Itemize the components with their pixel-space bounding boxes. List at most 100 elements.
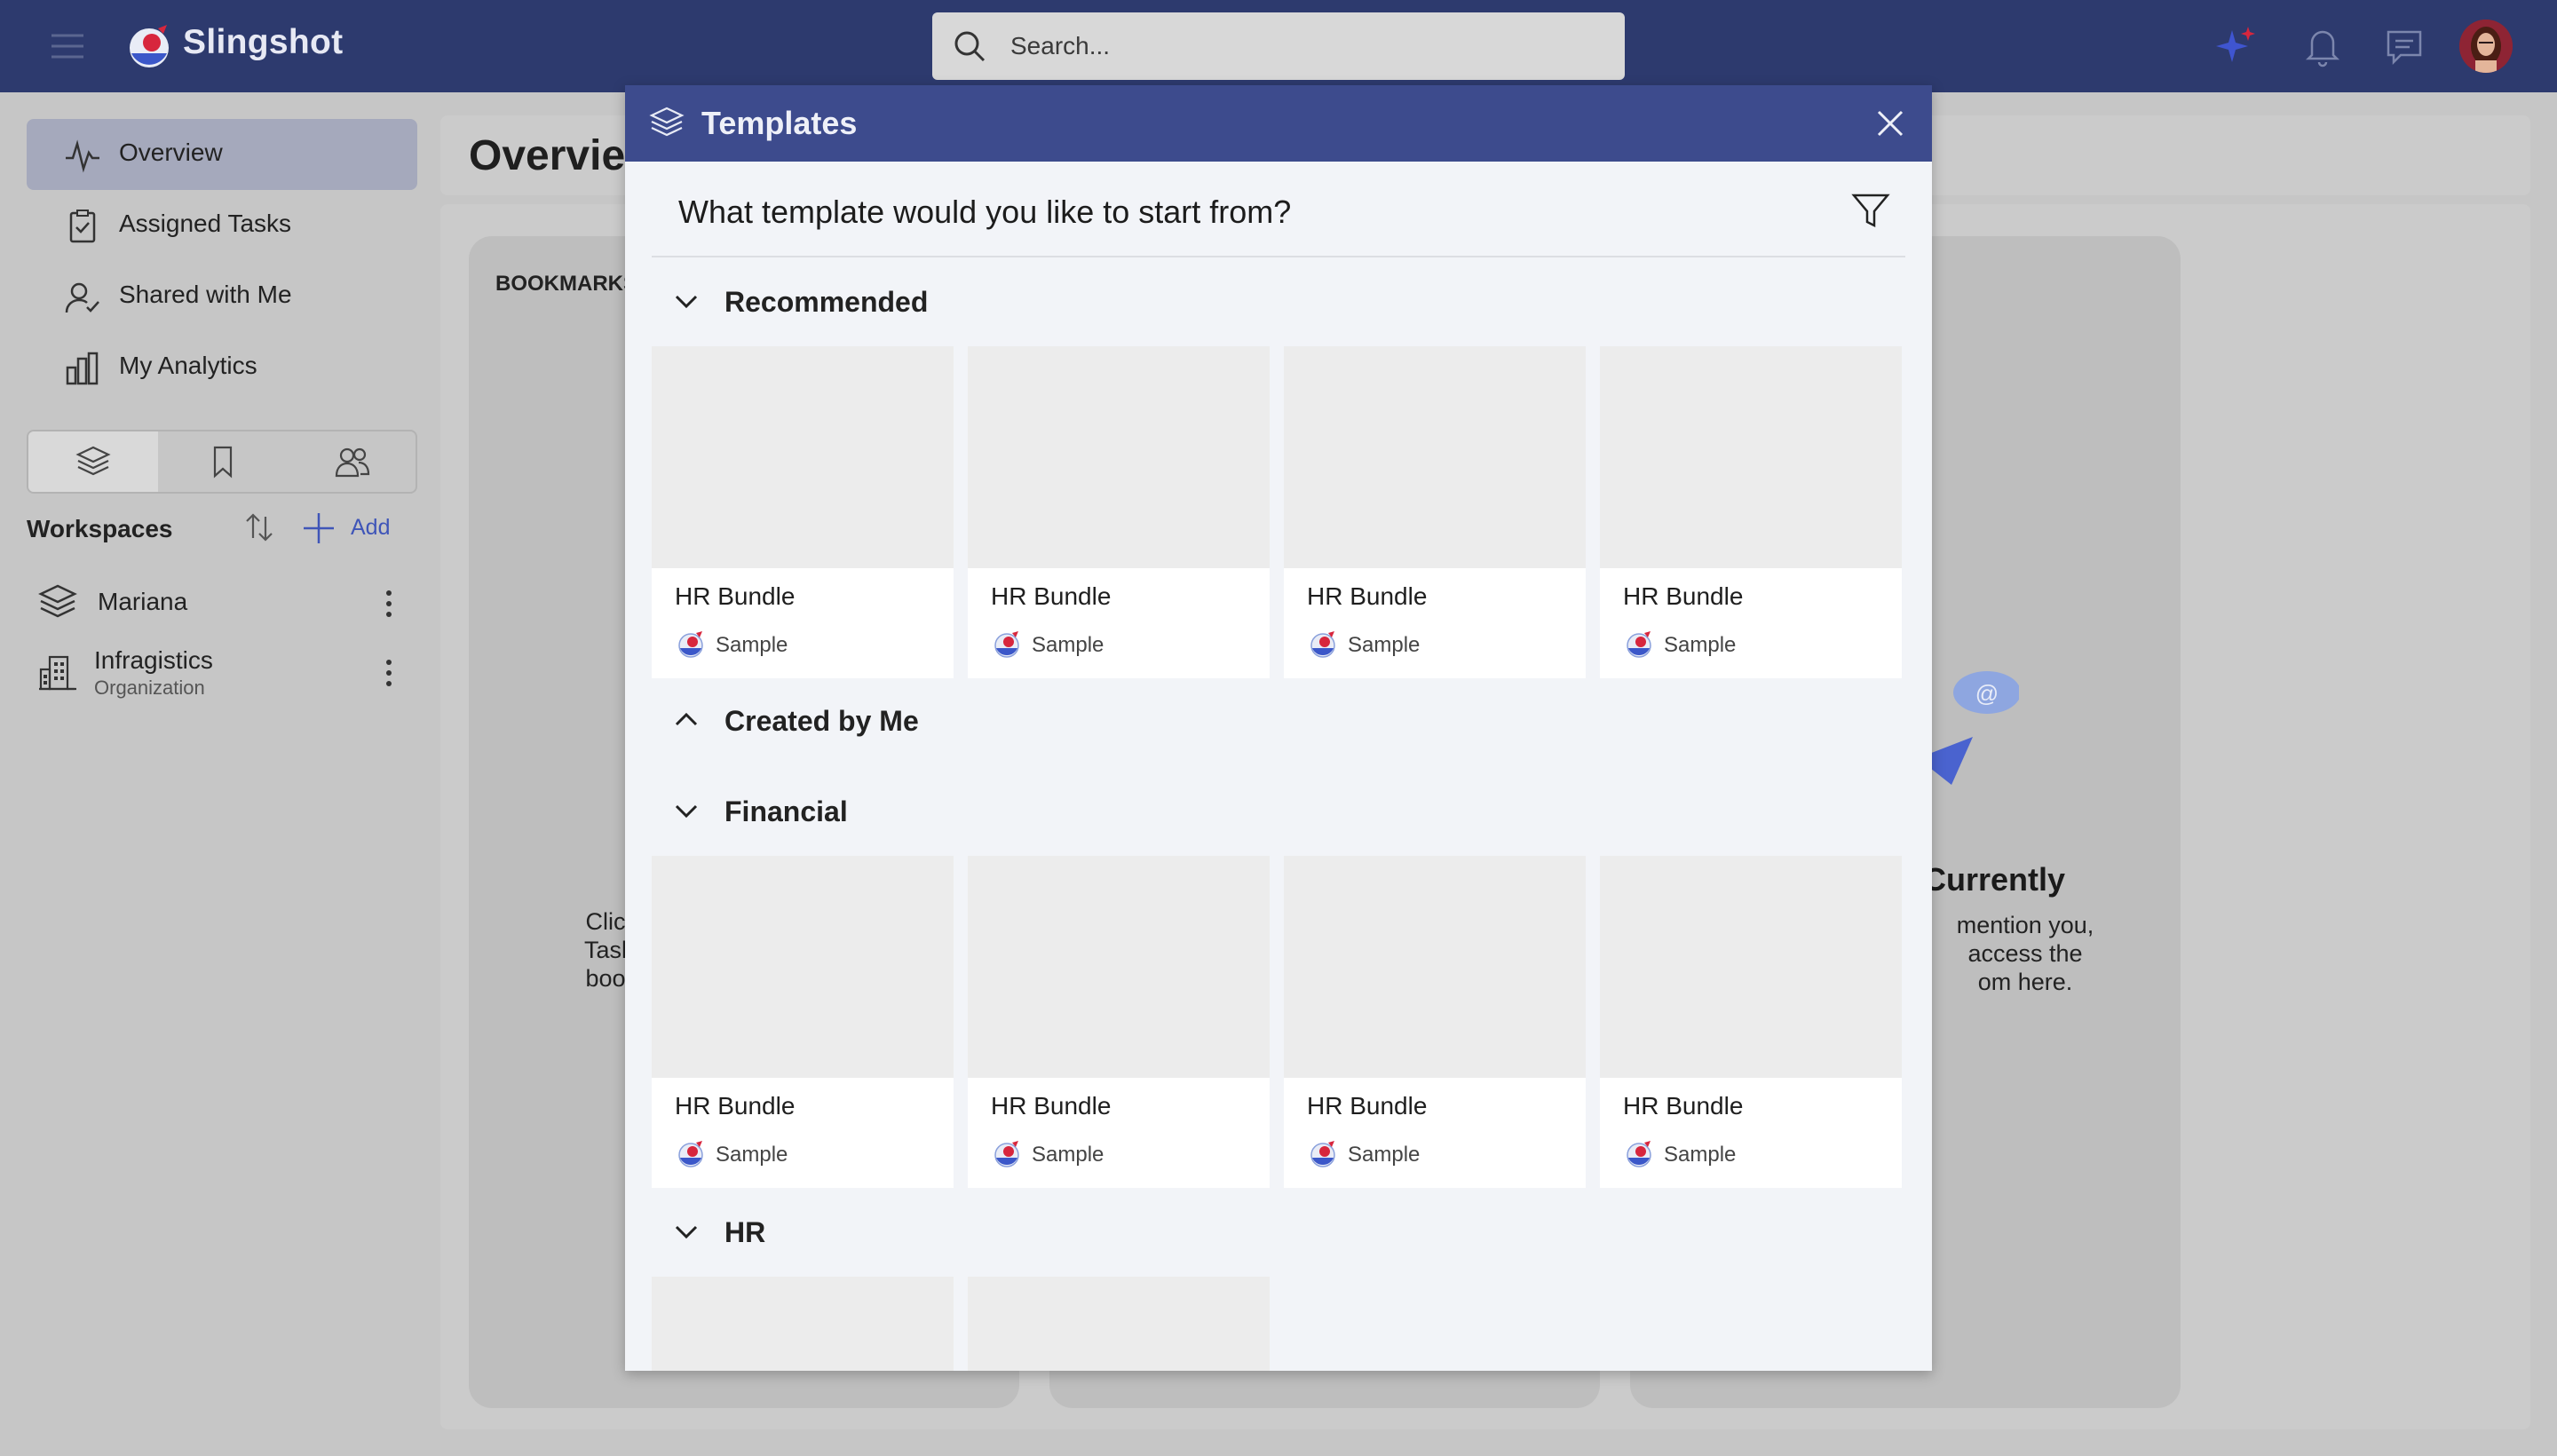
section-hr[interactable]: HR (669, 1209, 1202, 1254)
section-recommended[interactable]: Recommended (669, 279, 1202, 323)
mentions-empty-text: mention you, access the om here. (1956, 912, 2094, 995)
slingshot-logo-icon (675, 1138, 707, 1170)
template-thumbnail (1284, 346, 1586, 568)
hamburger-menu-icon[interactable] (48, 27, 87, 66)
dialog-question: What template would you like to start fr… (678, 194, 1292, 230)
slingshot-logo-icon (1623, 1138, 1655, 1170)
sidebar-item-label: Overview (119, 138, 223, 166)
section-created-by-me[interactable]: Created by Me (669, 698, 1202, 742)
template-title: HR Bundle (1307, 582, 1428, 610)
template-thumbnail (1600, 346, 1902, 568)
tab-bookmarks[interactable] (158, 431, 288, 492)
more-options-icon[interactable] (371, 653, 407, 692)
slingshot-logo-icon (1623, 629, 1655, 661)
users-icon (335, 447, 370, 478)
template-title: HR Bundle (675, 1092, 796, 1120)
bell-icon[interactable] (2300, 23, 2346, 69)
template-card[interactable]: HR Bundle Sample (652, 856, 954, 1188)
layers-icon (37, 582, 78, 623)
dialog-header: Templates (625, 85, 1932, 162)
sidebar-item-assigned-tasks[interactable]: Assigned Tasks (27, 190, 417, 261)
workspace-item-infragistics[interactable]: Infragistics Organization (27, 639, 417, 707)
bookmark-icon (213, 446, 233, 479)
template-card[interactable]: HR Bundle Sample (1600, 346, 1902, 678)
sidebar-item-shared-with-me[interactable]: Shared with Me (27, 261, 417, 332)
slingshot-logo-icon (1307, 1138, 1339, 1170)
template-card[interactable] (652, 1277, 954, 1371)
workspaces-title: Workspaces (27, 515, 173, 542)
tab-workspaces[interactable] (28, 431, 158, 492)
workspace-name: Infragistics (94, 646, 213, 674)
template-thumbnail (1600, 856, 1902, 1078)
divider (652, 256, 1905, 257)
template-thumbnail (652, 346, 954, 568)
template-subtitle: Sample (716, 633, 788, 657)
app-name: Slingshot (183, 23, 344, 61)
template-card[interactable]: HR Bundle Sample (968, 856, 1270, 1188)
layers-icon (648, 105, 685, 142)
add-workspace-button[interactable]: Add (351, 515, 390, 541)
pulse-icon (64, 137, 101, 174)
template-card[interactable]: HR Bundle Sample (1284, 856, 1586, 1188)
template-subtitle: Sample (1032, 633, 1104, 657)
building-icon (37, 652, 78, 692)
dialog-title: Templates (701, 105, 858, 141)
more-options-icon[interactable] (371, 584, 407, 623)
template-subtitle: Sample (1032, 1143, 1104, 1167)
chat-icon[interactable] (2381, 23, 2427, 69)
sidebar-item-label: Shared with Me (119, 281, 292, 308)
template-card[interactable] (968, 1277, 1270, 1371)
workspace-item-mariana[interactable]: Mariana (27, 570, 417, 637)
add-icon[interactable] (302, 511, 336, 545)
template-thumbnail (968, 1277, 1270, 1371)
template-thumbnail (968, 856, 1270, 1078)
user-avatar[interactable] (2459, 20, 2513, 73)
bookmarks-title: BOOKMARKS (495, 272, 637, 296)
section-label: Financial (724, 795, 848, 827)
bookmarks-empty-text: Clic Tasl boo (584, 908, 628, 992)
tab-people[interactable] (288, 431, 417, 492)
chevron-down-icon (669, 794, 703, 827)
template-card[interactable]: HR Bundle Sample (1600, 856, 1902, 1188)
bar-chart-icon (64, 350, 101, 387)
section-label: Recommended (724, 286, 929, 318)
search-icon (952, 28, 987, 64)
section-label: HR (724, 1216, 766, 1248)
slingshot-logo-icon (123, 20, 176, 73)
template-card[interactable]: HR Bundle Sample (968, 346, 1270, 678)
workspace-subtitle: Organization (94, 677, 205, 699)
chevron-down-icon (669, 1215, 703, 1248)
template-thumbnail (652, 856, 954, 1078)
slingshot-logo-icon (675, 629, 707, 661)
search-bar[interactable] (932, 12, 1625, 80)
chevron-down-icon (669, 284, 703, 318)
template-thumbnail (1284, 856, 1586, 1078)
slingshot-logo-icon (991, 1138, 1023, 1170)
mentions-title: Currently (1923, 861, 2066, 898)
search-input[interactable] (1009, 25, 1595, 67)
template-subtitle: Sample (1348, 1143, 1421, 1167)
template-title: HR Bundle (675, 582, 796, 610)
sidebar-item-overview[interactable]: Overview (27, 119, 417, 190)
template-title: HR Bundle (991, 1092, 1112, 1120)
sidebar-item-label: My Analytics (119, 352, 257, 379)
section-financial[interactable]: Financial (669, 788, 1202, 833)
filter-icon[interactable] (1850, 190, 1891, 231)
svg-text:@: @ (1975, 680, 1999, 707)
sort-icon[interactable] (241, 510, 277, 545)
template-title: HR Bundle (1623, 582, 1744, 610)
ai-sparkle-icon[interactable] (2213, 23, 2259, 69)
sidebar-item-my-analytics[interactable]: My Analytics (27, 332, 417, 403)
template-title: HR Bundle (1307, 1092, 1428, 1120)
template-subtitle: Sample (1348, 633, 1421, 657)
workspace-view-switcher (27, 430, 417, 494)
template-card[interactable]: HR Bundle Sample (1284, 346, 1586, 678)
close-icon[interactable] (1870, 103, 1911, 144)
template-title: HR Bundle (991, 582, 1112, 610)
user-check-icon (64, 279, 101, 316)
top-bar: Slingshot (0, 0, 2557, 92)
template-card[interactable]: HR Bundle Sample (652, 346, 954, 678)
slingshot-logo-icon (1307, 629, 1339, 661)
templates-dialog: Templates What template would you like t… (625, 85, 1932, 1371)
chevron-up-icon (669, 703, 703, 737)
